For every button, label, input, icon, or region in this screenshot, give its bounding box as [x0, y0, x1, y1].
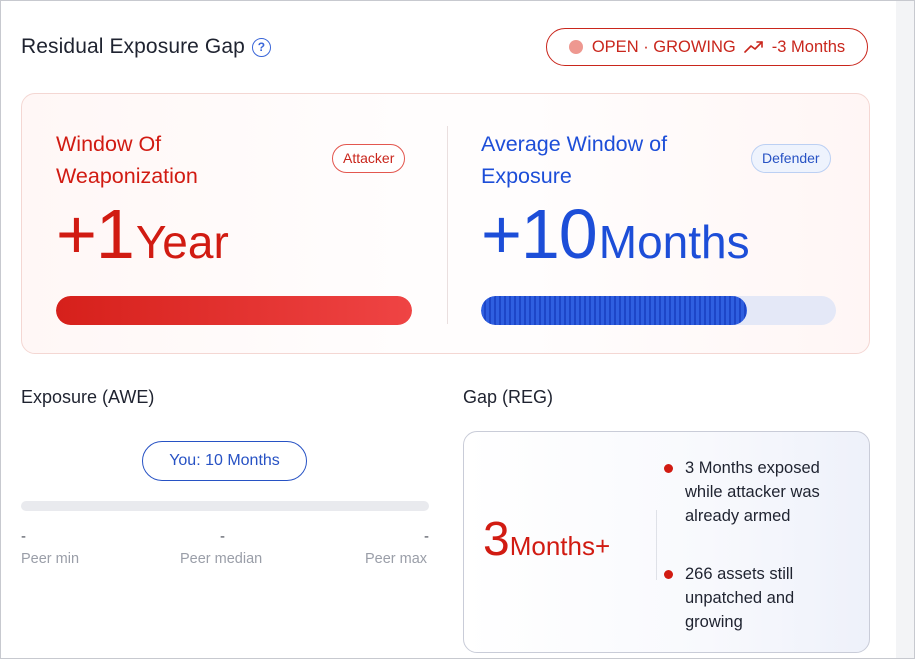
peer-max-value: - [424, 528, 429, 545]
peer-range-track [21, 501, 429, 511]
peer-median-value: - [220, 528, 225, 545]
status-pill: OPEN · GROWING -3 Months [546, 28, 868, 66]
you-value-pill: You: 10 Months [142, 441, 307, 481]
defender-badge: Defender [751, 144, 831, 173]
defender-value: +10Months [481, 194, 750, 274]
window-frame: Residual Exposure Gap ? OPEN · GROWING -… [0, 0, 915, 659]
gap-bullet-text: 3 Months exposed while attacker was alre… [685, 459, 820, 525]
attacker-title-line1: Window Of [56, 132, 162, 156]
attacker-badge: Attacker [332, 144, 406, 173]
gap-label: Gap (REG) [463, 387, 554, 407]
defender-value-unit: Months [598, 216, 750, 268]
gap-bullet: 266 assets still unpatched and growing [664, 562, 855, 634]
gap-value-unit: Months+ [509, 531, 611, 561]
attacker-title: Window Of Weaponization [56, 128, 198, 192]
exposure-label: Exposure (AWE) [21, 387, 155, 407]
status-trend-text: -3 Months [771, 37, 846, 56]
gap-divider [656, 510, 657, 580]
title-row: Residual Exposure Gap ? [21, 35, 271, 59]
peer-min-value: - [21, 528, 26, 545]
peer-median-label: Peer median [180, 551, 263, 567]
gap-summary-card: 3Months+ 3 Months exposed while attacker… [463, 431, 870, 653]
panel-divider [447, 126, 448, 324]
attacker-bar-track [56, 296, 412, 325]
exposure-gap-card: Residual Exposure Gap ? OPEN · GROWING -… [1, 1, 895, 658]
status-dot-icon [568, 40, 583, 54]
defender-title: Average Window of Exposure [481, 128, 667, 192]
defender-bar-track [481, 296, 836, 325]
peer-min-label: Peer min [21, 551, 80, 567]
attacker-value: +1Year [56, 194, 229, 274]
defender-title-line1: Average Window of [481, 132, 668, 156]
gap-value-number: 3 [483, 513, 510, 566]
attacker-value-number: +1 [56, 195, 135, 273]
window-comparison-panel: Window Of Weaponization Attacker +1Year … [21, 93, 870, 354]
attacker-bar-fill [56, 296, 412, 325]
right-gutter [896, 1, 914, 658]
trending-up-icon [743, 41, 763, 53]
question-circle-icon[interactable]: ? [251, 37, 271, 57]
peer-max-label: Peer max [365, 551, 428, 567]
bullet-dot-icon [664, 464, 673, 473]
defender-title-line2: Exposure [481, 164, 572, 188]
attacker-title-line2: Weaponization [56, 164, 198, 188]
attacker-value-unit: Year [135, 216, 229, 268]
gap-bullet-text: 266 assets still unpatched and growing [685, 565, 795, 631]
gap-value: 3Months+ [483, 512, 610, 567]
status-text: OPEN · GROWING [591, 37, 736, 56]
bullet-dot-icon [664, 570, 673, 579]
defender-bar-fill [481, 296, 748, 325]
defender-value-number: +10 [481, 195, 598, 273]
card-title: Residual Exposure Gap [21, 35, 245, 58]
gap-bullet: 3 Months exposed while attacker was alre… [664, 456, 855, 528]
